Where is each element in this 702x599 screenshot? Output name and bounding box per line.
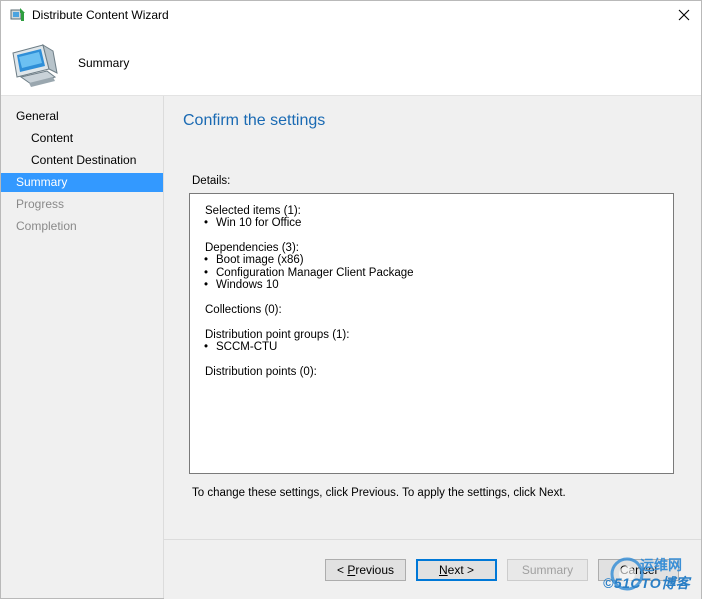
previous-button[interactable]: < Previous xyxy=(325,559,406,581)
wizard-app-icon xyxy=(10,8,25,21)
dependencies-header: Dependencies (3): xyxy=(205,242,299,254)
close-button[interactable] xyxy=(667,3,701,27)
next-button[interactable]: Next > xyxy=(416,559,497,581)
title-bar: Distribute Content Wizard xyxy=(1,1,701,29)
instruction-text: To change these settings, click Previous… xyxy=(192,487,566,499)
watermark-line2: ©51CTO博客 xyxy=(603,575,691,591)
summary-button: Summary xyxy=(507,559,588,581)
next-rest: ext > xyxy=(447,563,475,577)
previous-accel: P xyxy=(347,563,356,577)
close-icon xyxy=(678,9,690,21)
nav-item-content-destination[interactable]: Content Destination xyxy=(1,151,163,170)
nav-item-progress: Progress xyxy=(16,197,65,211)
summary-button-label: Summary xyxy=(521,563,574,577)
details-label: Details: xyxy=(192,175,230,187)
previous-rest: revious xyxy=(355,563,395,577)
nav-item-summary[interactable]: Summary xyxy=(1,173,163,192)
details-label-text: Details: xyxy=(192,175,231,187)
nav-item-general[interactable]: General xyxy=(1,107,163,126)
dp-header: Distribution points (0): xyxy=(205,366,317,378)
page-title: Confirm the settings xyxy=(183,112,326,129)
window-title: Distribute Content Wizard xyxy=(32,8,169,22)
content-pane: Confirm the settings Details: Selected i… xyxy=(164,96,701,539)
selected-items-header: Selected items (1): xyxy=(205,205,301,217)
dependency-item: Configuration Manager Client Package xyxy=(204,267,414,279)
previous-prefix: < xyxy=(336,563,348,577)
dependency-item: Boot image (x86) xyxy=(204,254,304,266)
wizard-window: Distribute Content Wizard Summary Genera… xyxy=(0,0,702,599)
watermark-line1: 运维网 xyxy=(640,557,682,573)
nav-item-content[interactable]: Content xyxy=(1,129,163,148)
dependency-item: Windows 10 xyxy=(204,279,279,291)
nav-item-completion: Completion xyxy=(16,219,77,233)
dp-group-item: SCCM-CTU xyxy=(204,341,277,353)
wizard-header: Summary xyxy=(1,29,701,96)
wizard-nav: General Content Content Destination Summ… xyxy=(1,96,164,598)
next-accel: N xyxy=(438,563,448,577)
details-box[interactable]: Selected items (1): Win 10 for Office De… xyxy=(189,193,674,474)
dp-groups-header: Distribution point groups (1): xyxy=(205,329,350,341)
collections-header: Collections (0): xyxy=(205,304,282,316)
header-title: Summary xyxy=(78,56,130,70)
computer-monitor-icon xyxy=(12,43,58,87)
selected-item: Win 10 for Office xyxy=(204,217,301,229)
